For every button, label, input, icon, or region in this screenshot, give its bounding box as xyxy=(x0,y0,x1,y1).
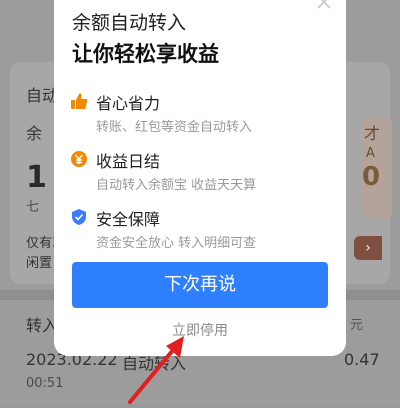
dialog-title-line2: 让你轻松享收益 xyxy=(72,42,219,66)
bg-label-remaining: 余 xyxy=(26,124,43,143)
bg-record-time: 00:51 xyxy=(26,376,64,391)
bg-right-num: 0 xyxy=(362,162,381,192)
coin-icon xyxy=(70,150,88,168)
bg-label-cai: 才 xyxy=(364,124,381,143)
bg-action-pill: › xyxy=(354,236,382,260)
annotation-arrow-icon xyxy=(120,330,200,404)
shield-icon xyxy=(70,208,88,226)
auto-transfer-dialog: 余额自动转入 让你轻松享收益 省心省力 转账、红包等资金自动转入 收益日结 自动… xyxy=(54,0,346,356)
dialog-title-line1: 余额自动转入 xyxy=(72,12,187,34)
feature-title: 收益日结 xyxy=(96,152,161,171)
feature-title: 省心省力 xyxy=(96,94,161,113)
feature-desc: 自动转入余额宝 收益天天算 xyxy=(96,178,257,193)
bg-big-digit: 1 xyxy=(26,160,47,195)
bg-record-amount: 0.47 xyxy=(344,350,380,369)
feature-desc: 资金安全放心 转入明细可查 xyxy=(96,236,257,251)
close-icon[interactable] xyxy=(316,0,332,10)
disable-now-link[interactable]: 立即停用 xyxy=(54,320,346,340)
bg-idle-prefix: 闲置 xyxy=(26,256,53,271)
thumbs-up-icon xyxy=(70,92,88,110)
bg-label-a: A xyxy=(366,146,375,161)
bg-yuan: 元 xyxy=(350,318,364,333)
next-time-button[interactable]: 下次再说 xyxy=(72,262,328,308)
feature-desc: 转账、红包等资金自动转入 xyxy=(96,120,253,135)
bg-label-qi: 七 xyxy=(26,200,40,215)
feature-title: 安全保障 xyxy=(96,210,161,229)
